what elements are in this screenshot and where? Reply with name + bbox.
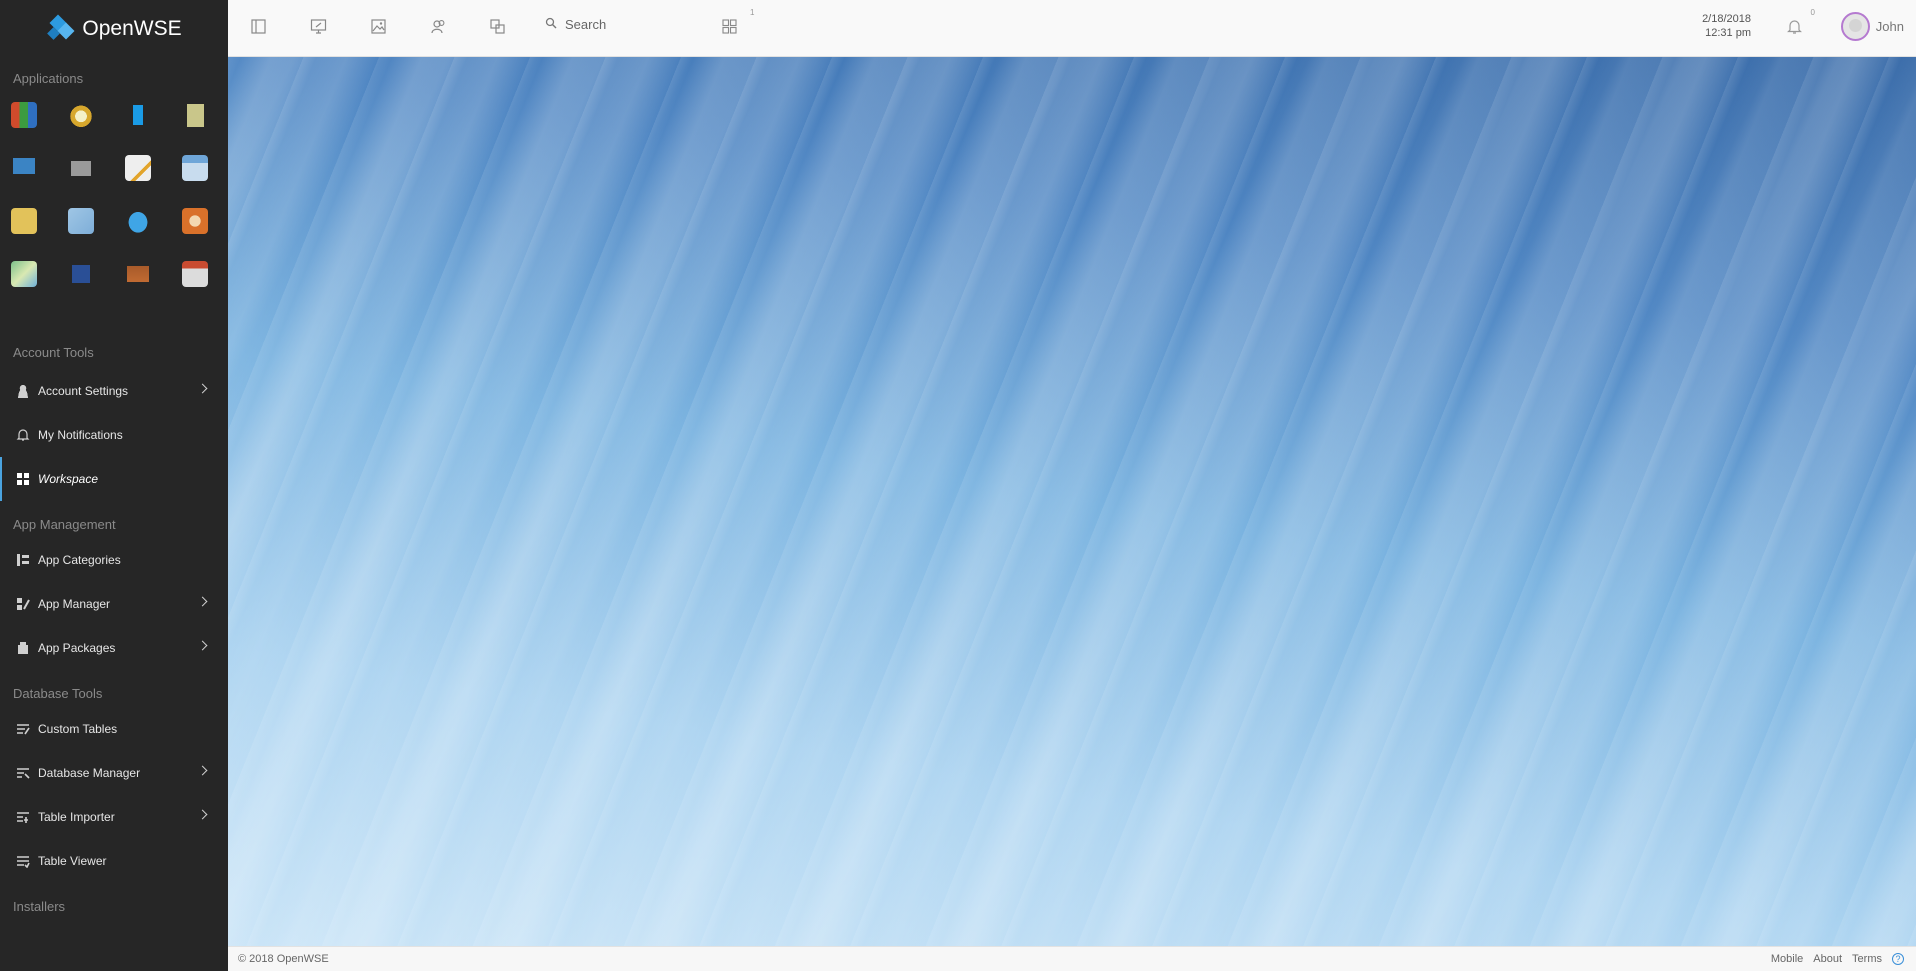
search-box[interactable]: Search	[545, 17, 606, 32]
nav-table-importer-label: Table Importer	[38, 810, 115, 824]
bell-icon	[16, 428, 30, 442]
table-import-icon	[16, 810, 30, 824]
calendar-icon[interactable]	[182, 155, 208, 181]
nav-app-categories[interactable]: App Categories	[0, 538, 228, 582]
mobile-link[interactable]: Mobile	[1771, 953, 1803, 965]
nav-app-categories-label: App Categories	[38, 553, 121, 567]
sidebar-toggle-icon[interactable]	[250, 18, 267, 35]
workspace-count-badge: 1	[750, 8, 755, 17]
editor-icon[interactable]	[125, 155, 151, 181]
nav-database-manager[interactable]: Database Manager	[0, 751, 228, 795]
background-streaks	[228, 57, 1916, 946]
windows-icon[interactable]	[489, 18, 506, 35]
custom-table-icon	[16, 722, 30, 736]
users-icon[interactable]	[430, 18, 447, 35]
nav-custom-tables[interactable]: Custom Tables	[0, 707, 228, 751]
chevron-right-icon	[197, 640, 208, 651]
search-icon	[545, 17, 557, 32]
grid-icon	[16, 472, 30, 486]
footer-links: Mobile About Terms ?	[1771, 953, 1904, 965]
nav-app-packages-label: App Packages	[38, 641, 116, 655]
avatar	[1840, 12, 1870, 41]
wallet-icon[interactable]	[125, 261, 151, 287]
database-tools-heading: Database Tools	[13, 686, 103, 701]
user-icon	[16, 384, 30, 398]
terms-link[interactable]: Terms	[1852, 953, 1882, 965]
map-icon[interactable]	[68, 208, 94, 234]
radio-icon[interactable]	[182, 208, 208, 234]
chevron-right-icon	[197, 383, 208, 394]
nav-workspace-label: Workspace	[38, 472, 99, 486]
notebook-icon[interactable]	[182, 102, 208, 128]
about-link[interactable]: About	[1813, 953, 1842, 965]
nav-workspace[interactable]: Workspace	[0, 457, 228, 501]
chevron-right-icon	[197, 809, 208, 820]
planner-icon[interactable]	[182, 261, 208, 287]
user-name: John	[1875, 19, 1904, 34]
alarm-clock-icon[interactable]	[68, 102, 94, 128]
app-management-heading: App Management	[13, 517, 116, 532]
applications-heading: Applications	[13, 71, 84, 86]
categories-icon	[16, 553, 30, 567]
twitter-icon[interactable]	[125, 208, 151, 234]
footer: © 2018 OpenWSE Mobile About Terms ?	[228, 946, 1916, 971]
chat-icon[interactable]	[11, 155, 37, 181]
nav-app-manager-label: App Manager	[38, 597, 111, 611]
help-icon[interactable]: ?	[1892, 953, 1904, 965]
nav-table-viewer[interactable]: Table Viewer	[0, 839, 228, 883]
date-text: 2/18/2018	[1702, 13, 1751, 25]
brand[interactable]: OpenWSE	[0, 0, 228, 57]
app-grid	[0, 102, 228, 287]
nav-app-packages[interactable]: App Packages	[0, 626, 228, 670]
3d-box-icon[interactable]	[68, 261, 94, 287]
nav-table-viewer-label: Table Viewer	[38, 854, 107, 868]
tiles-icon[interactable]	[11, 102, 37, 128]
drive-icon[interactable]	[68, 155, 94, 181]
notifications-bell-icon[interactable]	[1786, 18, 1803, 35]
workspace-switcher-icon[interactable]	[721, 18, 738, 35]
nav-table-importer[interactable]: Table Importer	[0, 795, 228, 839]
sticky-note-icon[interactable]	[11, 208, 37, 234]
package-icon	[16, 641, 30, 655]
installers-heading: Installers	[13, 899, 66, 914]
openwse-logo-icon	[46, 14, 76, 43]
database-manager-icon	[16, 766, 30, 780]
nav-my-notifications-label: My Notifications	[38, 428, 123, 442]
nav-app-manager[interactable]: App Manager	[0, 582, 228, 626]
search-label: Search	[565, 17, 607, 32]
user-menu[interactable]: John	[1840, 12, 1904, 41]
chevron-right-icon	[197, 596, 208, 607]
nav-database-manager-label: Database Manager	[38, 766, 141, 780]
nav-my-notifications[interactable]: My Notifications	[0, 413, 228, 457]
nav-account-settings[interactable]: Account Settings	[0, 369, 228, 413]
workspace-background[interactable]	[228, 57, 1916, 946]
time-text: 12:31 pm	[1705, 27, 1751, 39]
top-bar: Search 1 2/18/2018 12:31 pm 0 John	[228, 0, 1916, 57]
desktop-icon[interactable]	[310, 18, 327, 35]
image-icon[interactable]	[370, 18, 387, 35]
clock: 2/18/2018 12:31 pm	[1702, 12, 1751, 40]
table-view-icon	[16, 854, 30, 869]
copyright-text: © 2018 OpenWSE	[238, 953, 329, 965]
brand-title: OpenWSE	[82, 16, 182, 40]
account-tools-heading: Account Tools	[13, 345, 94, 360]
app-manager-icon	[16, 597, 30, 611]
bookmark-icon[interactable]	[125, 102, 151, 128]
nav-account-settings-label: Account Settings	[38, 384, 129, 398]
notification-count-badge: 0	[1810, 8, 1815, 17]
world-map-icon[interactable]	[11, 261, 37, 287]
sidebar: OpenWSE Applications Account Tools Accou…	[0, 0, 228, 971]
nav-custom-tables-label: Custom Tables	[38, 722, 118, 736]
chevron-right-icon	[197, 765, 208, 776]
